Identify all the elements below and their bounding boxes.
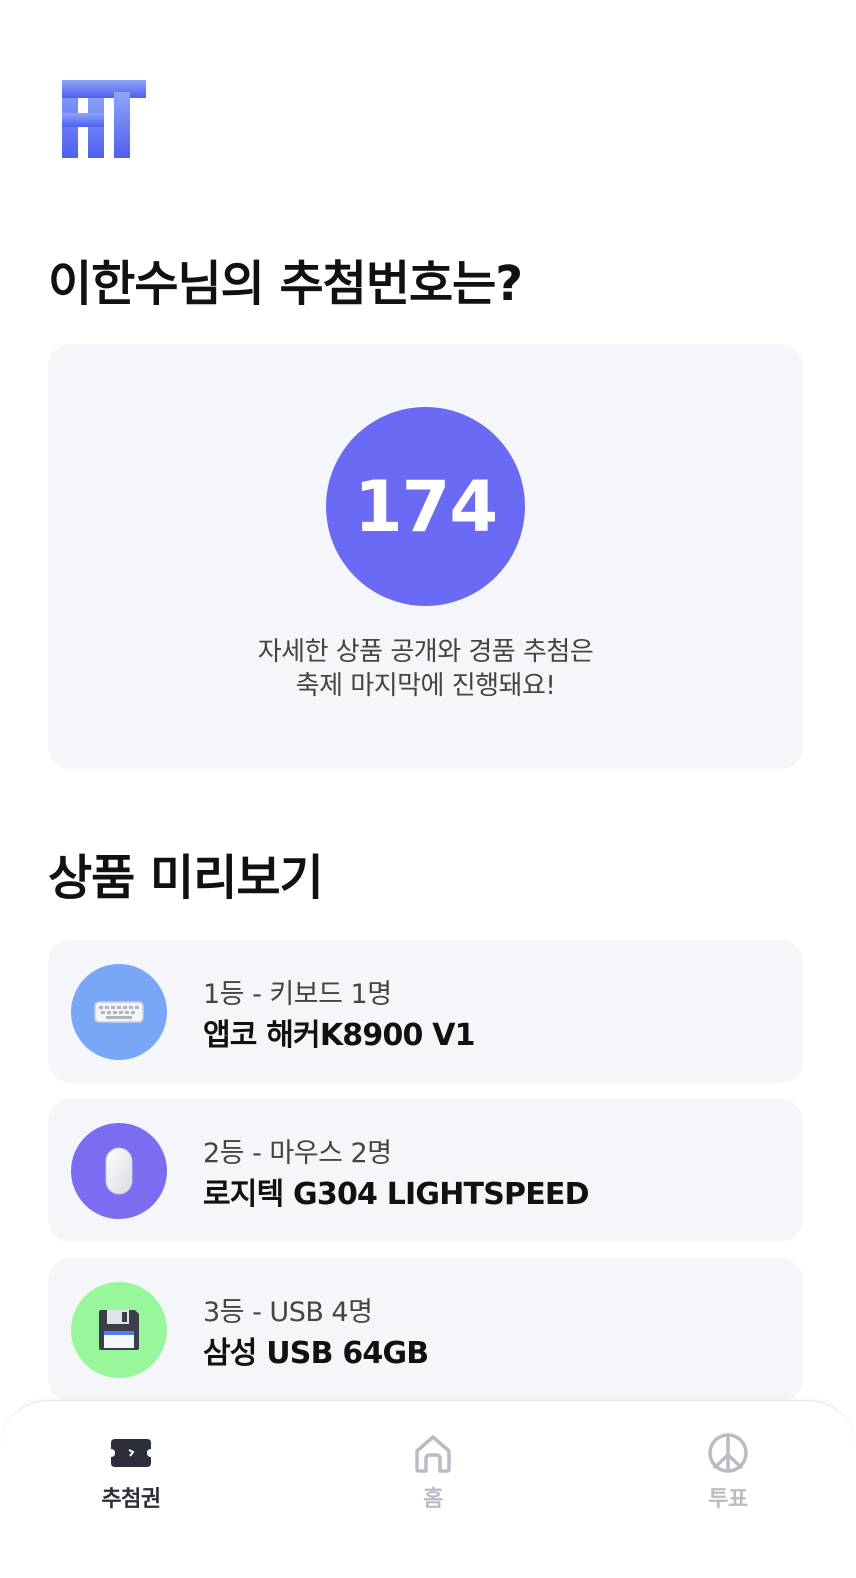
ticket-note: 자세한 상품 공개와 경품 추첨은 축제 마지막에 진행돼요! [48,635,803,703]
prize-name: 삼성 USB 64GB [203,1336,429,1371]
floppy-disk-icon [71,1282,167,1378]
home-icon [415,1435,451,1473]
ticket-note-line-1: 자세한 상품 공개와 경품 추첨은 [257,637,594,667]
ticket-icon [111,1439,151,1467]
bottom-tab-bar: 추첨권 홈 투표 [0,1400,856,1578]
prize-rank: 1등 - 키보드 1명 [203,979,392,1010]
keyboard-icon [71,964,167,1060]
prize-rank: 2등 - 마우스 2명 [203,1138,392,1169]
tab-vote[interactable]: 투표 [658,1431,798,1521]
tab-label: 추첨권 [101,1487,161,1512]
prize-name: 로지텍 G304 LIGHTSPEED [203,1177,590,1212]
prize-card-1[interactable]: 1등 - 키보드 1명 앱코 해커K8900 V1 [48,940,803,1083]
ticket-number-badge: 174 [326,407,525,606]
ticket-title: 이한수님의 추첨번호는? [48,256,523,312]
ticket-card: 174 자세한 상품 공개와 경품 추첨은 축제 마지막에 진행돼요! [48,344,803,769]
vote-icon [708,1433,748,1473]
ticket-note-line-2: 축제 마지막에 진행돼요! [295,671,556,701]
tab-ticket[interactable]: 추첨권 [61,1431,201,1521]
app-screen: 이한수님의 추첨번호는? 174 자세한 상품 공개와 경품 추첨은 축제 마지… [0,0,856,1578]
prize-card-3[interactable]: 3등 - USB 4명 삼성 USB 64GB [48,1258,803,1401]
prize-rank: 3등 - USB 4명 [203,1297,373,1328]
prizes-title: 상품 미리보기 [48,850,324,906]
tab-label: 투표 [708,1487,748,1512]
ht-logo-icon [62,80,146,158]
tab-home[interactable]: 홈 [363,1431,503,1521]
mouse-icon [71,1123,167,1219]
prize-name: 앱코 해커K8900 V1 [203,1018,476,1053]
prize-card-2[interactable]: 2등 - 마우스 2명 로지텍 G304 LIGHTSPEED [48,1099,803,1242]
tab-label: 홈 [423,1487,443,1512]
